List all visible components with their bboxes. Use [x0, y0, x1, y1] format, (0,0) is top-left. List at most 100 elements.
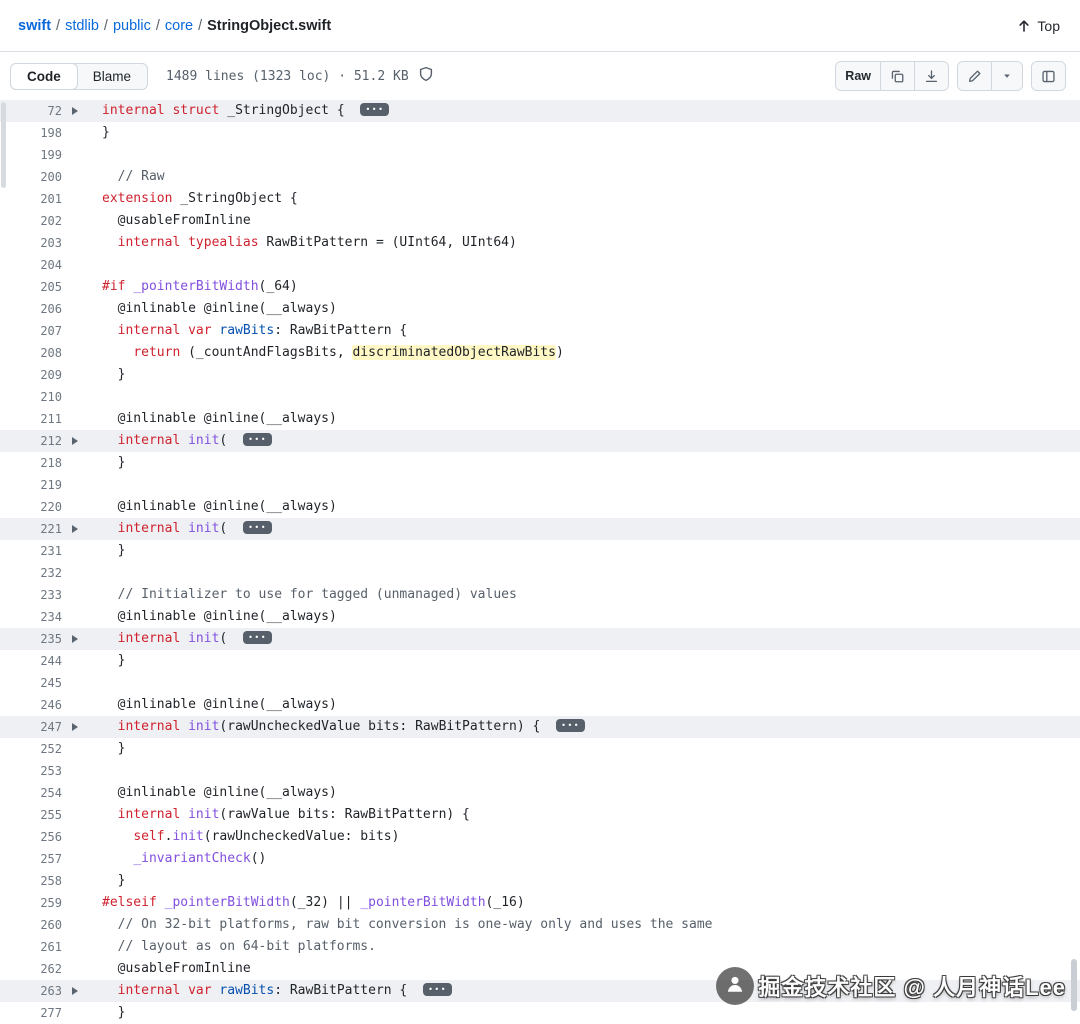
line-number[interactable]: 244: [0, 650, 62, 672]
line-number[interactable]: 247: [0, 716, 62, 738]
edit-dropdown-button[interactable]: [991, 62, 1022, 90]
line-number[interactable]: 246: [0, 694, 62, 716]
code-line: 201 extension _StringObject {: [0, 188, 1080, 210]
code-line: 198}: [0, 122, 1080, 144]
line-number[interactable]: 210: [0, 386, 62, 408]
line-number[interactable]: 202: [0, 210, 62, 232]
line-number[interactable]: 203: [0, 232, 62, 254]
breadcrumb-link-public[interactable]: public: [113, 18, 151, 34]
line-number[interactable]: 245: [0, 672, 62, 694]
copy-button[interactable]: [880, 62, 914, 90]
line-number[interactable]: 199: [0, 144, 62, 166]
line-number[interactable]: 220: [0, 496, 62, 518]
fold-chevron-icon[interactable]: [72, 635, 78, 643]
collapsed-code-badge[interactable]: •••: [243, 631, 273, 644]
line-number[interactable]: 219: [0, 474, 62, 496]
line-number[interactable]: 254: [0, 782, 62, 804]
line-number[interactable]: 206: [0, 298, 62, 320]
line-number[interactable]: 211: [0, 408, 62, 430]
line-number[interactable]: 201: [0, 188, 62, 210]
left-scrollbar-thumb[interactable]: [1, 102, 6, 188]
fold-chevron-icon[interactable]: [72, 525, 78, 533]
line-number[interactable]: 253: [0, 760, 62, 782]
breadcrumb-link-stdlib[interactable]: stdlib: [65, 18, 99, 34]
line-number[interactable]: 233: [0, 584, 62, 606]
code-line: 245: [0, 672, 1080, 694]
code-line: 208 return (_countAndFlagsBits, discrimi…: [0, 342, 1080, 364]
breadcrumb-current-file: StringObject.swift: [207, 17, 332, 34]
collapsed-code-badge[interactable]: •••: [243, 433, 273, 446]
symbols-panel-button[interactable]: [1032, 62, 1065, 90]
fold-column: [62, 188, 88, 210]
download-button[interactable]: [914, 62, 948, 90]
collapsed-code-badge[interactable]: •••: [243, 521, 273, 534]
tab-blame[interactable]: Blame: [77, 64, 147, 89]
fold-column: [62, 144, 88, 166]
breadcrumb-link-repo[interactable]: swift: [18, 18, 51, 34]
code-token: _StringObject {: [172, 191, 298, 206]
fold-column: [62, 474, 88, 496]
fold-column: [62, 870, 88, 892]
line-number[interactable]: 207: [0, 320, 62, 342]
line-number[interactable]: 221: [0, 518, 62, 540]
line-number[interactable]: 256: [0, 826, 62, 848]
line-number[interactable]: 252: [0, 738, 62, 760]
fold-chevron-icon[interactable]: [72, 987, 78, 995]
fold-column: [62, 804, 88, 826]
line-number[interactable]: 262: [0, 958, 62, 980]
fold-column: [62, 958, 88, 980]
edit-actions-group: [957, 61, 1023, 91]
line-number[interactable]: 235: [0, 628, 62, 650]
collapsed-code-badge[interactable]: •••: [556, 719, 586, 732]
line-number[interactable]: 259: [0, 892, 62, 914]
line-number[interactable]: 204: [0, 254, 62, 276]
back-to-top-button[interactable]: Top: [1016, 18, 1060, 34]
fold-column: [62, 936, 88, 958]
fold-chevron-icon[interactable]: [72, 107, 78, 115]
code-token: (: [219, 433, 236, 448]
code-token: struct: [172, 103, 220, 118]
code-token: init: [188, 433, 220, 448]
code-content: return (_countAndFlagsBits, discriminate…: [88, 342, 564, 364]
line-number[interactable]: 255: [0, 804, 62, 826]
line-number[interactable]: 205: [0, 276, 62, 298]
breadcrumb-link-core[interactable]: core: [165, 18, 193, 34]
line-number[interactable]: 198: [0, 122, 62, 144]
line-number[interactable]: 208: [0, 342, 62, 364]
fold-column: [62, 584, 88, 606]
line-number[interactable]: 257: [0, 848, 62, 870]
line-number[interactable]: 261: [0, 936, 62, 958]
line-number[interactable]: 212: [0, 430, 62, 452]
code-token: internal: [117, 631, 181, 646]
code-line: 260 // On 32-bit platforms, raw bit conv…: [0, 914, 1080, 936]
code-line: 211 @inlinable @inline(__always): [0, 408, 1080, 430]
line-number[interactable]: 200: [0, 166, 62, 188]
line-number[interactable]: 72: [0, 100, 62, 122]
code-line: 209 }: [0, 364, 1080, 386]
code-token: (: [219, 631, 236, 646]
fold-chevron-icon[interactable]: [72, 437, 78, 445]
line-number[interactable]: 231: [0, 540, 62, 562]
right-scrollbar-thumb[interactable]: [1071, 959, 1077, 1011]
fold-column: [62, 254, 88, 276]
tab-code[interactable]: Code: [10, 62, 78, 90]
download-icon: [924, 69, 939, 84]
line-number[interactable]: 258: [0, 870, 62, 892]
raw-button[interactable]: Raw: [836, 62, 880, 90]
line-number[interactable]: 232: [0, 562, 62, 584]
line-number[interactable]: 218: [0, 452, 62, 474]
line-number[interactable]: 263: [0, 980, 62, 1002]
collapsed-code-badge[interactable]: •••: [423, 983, 453, 996]
code-line: 204: [0, 254, 1080, 276]
code-content: }: [88, 870, 126, 892]
copy-icon: [890, 69, 905, 84]
line-number[interactable]: 234: [0, 606, 62, 628]
fold-chevron-icon[interactable]: [72, 723, 78, 731]
line-number[interactable]: 260: [0, 914, 62, 936]
collapsed-code-badge[interactable]: •••: [360, 103, 390, 116]
code-token: (_16): [485, 895, 525, 910]
edit-button[interactable]: [958, 62, 991, 90]
line-number[interactable]: 209: [0, 364, 62, 386]
